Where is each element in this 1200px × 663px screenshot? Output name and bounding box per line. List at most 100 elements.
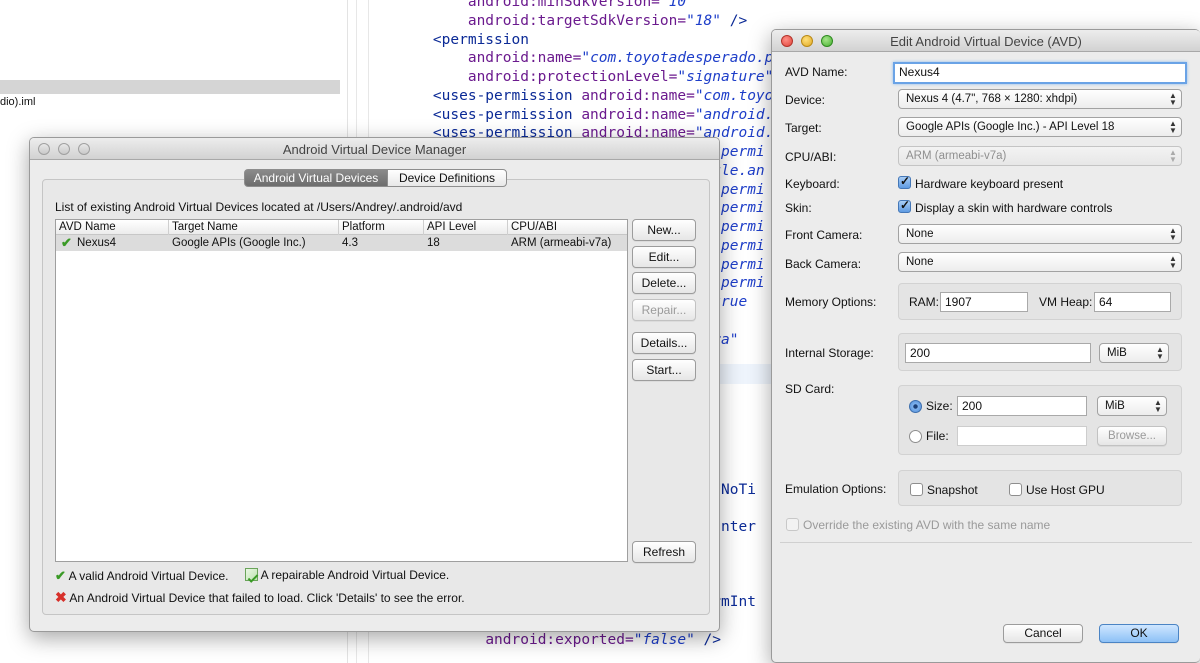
host-gpu-label[interactable]: Use Host GPU — [1026, 483, 1105, 497]
sd-size-input[interactable]: 200 — [957, 396, 1087, 416]
select-arrows-icon: ▲ ▼ — [1154, 398, 1162, 414]
cell-target-name: Google APIs (Google Inc.) — [172, 237, 306, 249]
code-line: android:minSdkVersion="10" — [398, 0, 695, 12]
ram-input[interactable]: 1907 — [940, 292, 1028, 312]
vm-heap-label: VM Heap: — [1039, 295, 1093, 309]
new-avd-button[interactable]: New... — [632, 219, 696, 241]
emulation-options-label: Emulation Options: — [785, 482, 887, 496]
tab-device-definitions[interactable]: Device Definitions — [387, 169, 507, 187]
column-header-platform[interactable]: Platform — [339, 220, 424, 235]
code-token: android:protectionLevel= — [467, 69, 678, 85]
code-line: <permission — [398, 31, 529, 50]
back-camera-label: Back Camera: — [785, 257, 862, 271]
table-row[interactable]: ✔ Nexus4 Google APIs (Google Inc.) 4.3 1… — [56, 235, 627, 251]
code-line: android:name="com.toyotadesperado.permis — [398, 49, 817, 68]
sd-card-group: Size: 200 MiB ▲ ▼ File: Browse... — [898, 385, 1182, 455]
avd-table[interactable]: AVD Name Target Name Platform API Level … — [55, 219, 628, 562]
tab-android-virtual-devices[interactable]: Android Virtual Devices — [244, 169, 388, 187]
column-header-avd-name[interactable]: AVD Name — [56, 220, 169, 235]
code-token: android:targetSdkVersion= — [467, 12, 687, 29]
code-token: "false" — [633, 631, 695, 648]
legend-failed-text: An Android Virtual Device that failed to… — [69, 591, 465, 605]
sd-file-radio[interactable] — [909, 430, 922, 443]
code-token: "10" — [659, 0, 695, 10]
cpu-abi-label: CPU/ABI: — [785, 150, 837, 164]
internal-storage-group: 200 MiB ▲ ▼ — [898, 333, 1182, 371]
column-header-target-name[interactable]: Target Name — [169, 220, 339, 235]
column-header-api-level[interactable]: API Level — [424, 220, 508, 235]
code-line: android:targetSdkVersion="18" /> — [398, 12, 747, 31]
sd-unit-value: MiB — [1105, 400, 1125, 412]
device-select-value: Nexus 4 (4.7", 768 × 1280: xhdpi) — [906, 93, 1078, 105]
code-line: android:protectionLevel="signature" /> — [398, 68, 800, 87]
project-file-item[interactable]: dio).iml — [0, 96, 35, 108]
dialog-title: Edit Android Virtual Device (AVD) — [890, 34, 1082, 49]
code-token: android:name= — [581, 87, 695, 104]
skin-checkbox-label[interactable]: Display a skin with hardware controls — [915, 201, 1112, 215]
code-token: "signature" — [677, 69, 774, 85]
override-label: Override the existing AVD with the same … — [803, 518, 1051, 532]
project-tree-selected-row[interactable] — [0, 80, 340, 94]
device-label: Device: — [785, 93, 826, 107]
ram-label: RAM: — [909, 295, 939, 309]
code-token: "18" — [686, 12, 722, 29]
back-camera-value: None — [906, 256, 934, 268]
select-arrows-icon: ▲ ▼ — [1156, 345, 1164, 361]
host-gpu-checkbox[interactable] — [1009, 483, 1022, 496]
table-header: AVD Name Target Name Platform API Level … — [56, 220, 627, 235]
internal-storage-unit-select[interactable]: MiB ▲ ▼ — [1099, 343, 1169, 363]
refresh-button[interactable]: Refresh — [632, 541, 696, 563]
memory-options-group: RAM: 1907 VM Heap: 64 — [898, 283, 1182, 320]
sd-file-input[interactable] — [957, 426, 1087, 446]
back-camera-select[interactable]: None ▲ ▼ — [898, 252, 1182, 272]
legend-valid-text: A valid Android Virtual Device. — [68, 569, 229, 583]
cpu-abi-select[interactable]: ARM (armeabi-v7a) ▲ ▼ — [898, 146, 1182, 166]
ok-button[interactable]: OK — [1099, 624, 1179, 643]
sd-size-unit-select[interactable]: MiB ▲ ▼ — [1097, 396, 1167, 416]
keyboard-checkbox-label[interactable]: Hardware keyboard present — [915, 177, 1063, 191]
sd-size-radio[interactable] — [909, 400, 922, 413]
details-button[interactable]: Details... — [632, 332, 696, 354]
sd-card-label: SD Card: — [785, 382, 835, 396]
skin-checkbox[interactable] — [898, 198, 911, 213]
start-avd-button[interactable]: Start... — [632, 359, 696, 381]
valid-check-icon: ✔ — [61, 235, 72, 250]
keyboard-label: Keyboard: — [785, 177, 840, 191]
front-camera-select[interactable]: None ▲ ▼ — [898, 224, 1182, 244]
cell-avd-name: Nexus4 — [77, 237, 116, 249]
select-arrows-icon: ▲ ▼ — [1169, 148, 1177, 164]
skin-label: Skin: — [785, 201, 812, 215]
cell-api-level: 18 — [427, 237, 440, 249]
sd-size-label: Size: — [926, 399, 953, 413]
edit-avd-titlebar[interactable]: Edit Android Virtual Device (AVD) — [772, 30, 1200, 52]
internal-storage-input[interactable]: 200 — [905, 343, 1091, 363]
code-line: <uses-permission android:name="android.p… — [398, 106, 817, 125]
code-line: <uses-permission android:name="com.toyot… — [398, 87, 817, 106]
device-select[interactable]: Nexus 4 (4.7", 768 × 1280: xhdpi) ▲ ▼ — [898, 89, 1182, 109]
override-checkbox[interactable] — [786, 518, 799, 531]
repair-avd-button[interactable]: Repair... — [632, 299, 696, 321]
vm-heap-input[interactable]: 64 — [1094, 292, 1171, 312]
legend-repairable-text: A repairable Android Virtual Device. — [260, 568, 450, 582]
edit-avd-button[interactable]: Edit... — [632, 246, 696, 268]
avd-name-input[interactable]: Nexus4 — [893, 62, 1187, 84]
cancel-button[interactable]: Cancel — [1003, 624, 1083, 643]
divider — [780, 542, 1192, 543]
internal-storage-label: Internal Storage: — [785, 346, 874, 360]
internal-unit-value: MiB — [1107, 347, 1127, 359]
snapshot-label[interactable]: Snapshot — [927, 483, 978, 497]
target-select[interactable]: Google APIs (Google Inc.) - API Level 18… — [898, 117, 1182, 137]
snapshot-checkbox[interactable] — [910, 483, 923, 496]
column-header-cpu-abi[interactable]: CPU/ABI — [508, 220, 627, 235]
code-token: android:name= — [581, 106, 695, 123]
code-token: <permission — [432, 31, 529, 48]
browse-button[interactable]: Browse... — [1097, 426, 1167, 446]
avd-manager-window: Android Virtual Device Manager Android V… — [29, 137, 720, 632]
keyboard-checkbox[interactable] — [898, 174, 911, 189]
code-token: android:minSdkVersion= — [467, 0, 660, 10]
delete-avd-button[interactable]: Delete... — [632, 272, 696, 294]
avd-manager-titlebar[interactable]: Android Virtual Device Manager — [30, 138, 719, 160]
front-camera-label: Front Camera: — [785, 228, 863, 242]
